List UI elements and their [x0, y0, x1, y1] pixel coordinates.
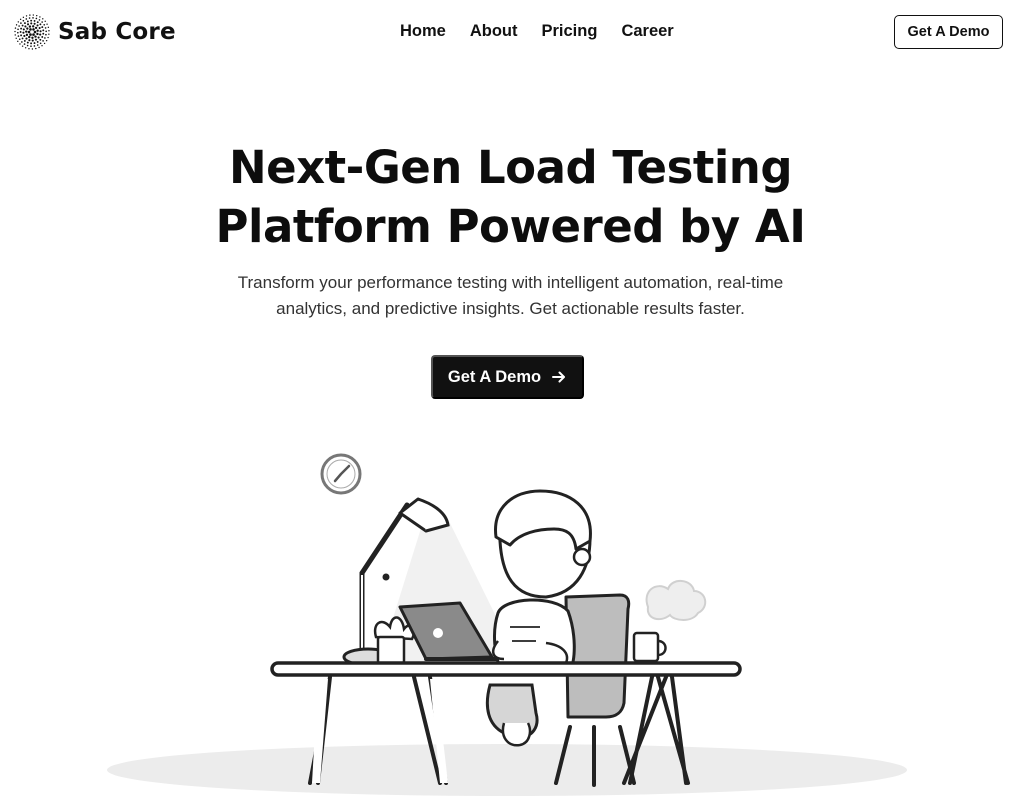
nav-item-home[interactable]: Home [400, 22, 446, 41]
nav-item-pricing[interactable]: Pricing [542, 22, 598, 41]
hero-subtitle-line-1: Transform your performance testing with … [237, 273, 784, 292]
brand-logo[interactable]: Sab Core [14, 14, 176, 50]
nav-item-career[interactable]: Career [621, 22, 673, 41]
top-navbar: Sab Core Home About Pricing Career Get A… [0, 0, 1021, 64]
dotted-burst-logo-icon [14, 14, 50, 50]
floor-shadow [107, 744, 907, 796]
hero-title-line-2: Platform Powered by AI [215, 200, 806, 253]
hero-subtitle-line-2: analytics, and predictive insights. Get … [276, 299, 745, 318]
main-menu: Home About Pricing Career [400, 22, 698, 41]
nav-get-demo-button[interactable]: Get A Demo [894, 15, 1003, 49]
hero-cta-label: Get A Demo [447, 367, 542, 386]
hero-title-line-1: Next-Gen Load Testing [228, 141, 793, 194]
brand-name: Sab Core [58, 19, 176, 45]
hero-title: Next-Gen Load Testing Platform Powered b… [0, 138, 1021, 256]
arrow-right-icon [552, 371, 566, 383]
nav-item-about[interactable]: About [470, 22, 518, 41]
person-working-at-laptop-illustration [107, 453, 907, 796]
hero-subtitle: Transform your performance testing with … [0, 270, 1021, 322]
coffee-mug [632, 580, 707, 663]
hero-section: Next-Gen Load Testing Platform Powered b… [0, 138, 1021, 256]
hero-get-demo-button[interactable]: Get A Demo [431, 355, 584, 399]
clock-icon [320, 453, 362, 495]
